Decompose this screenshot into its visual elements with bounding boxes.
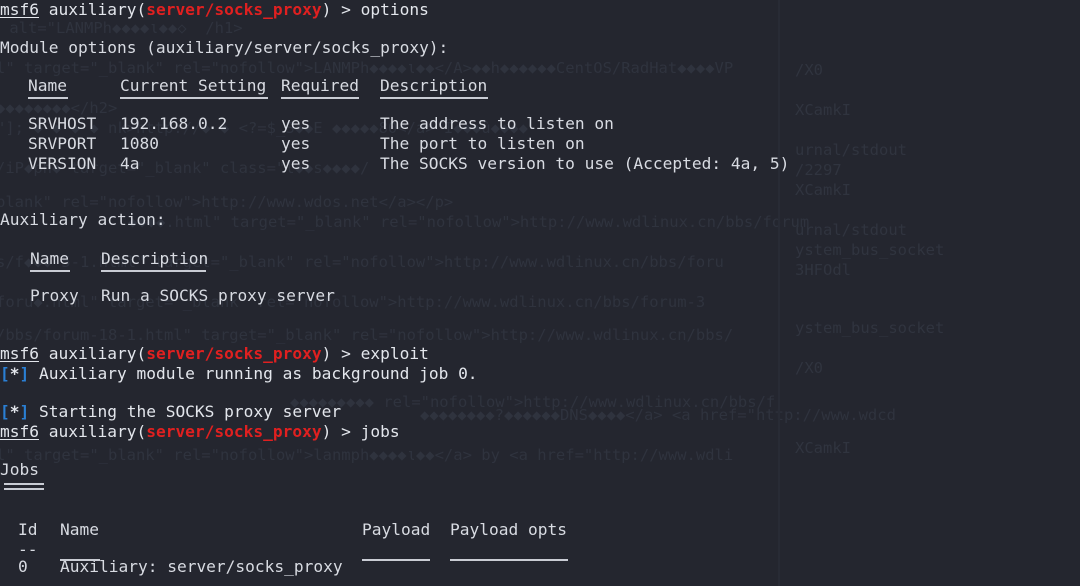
context-suffix: ) <box>321 422 332 441</box>
jobs-col-header-name: Name <box>60 520 99 539</box>
option-row-description: The address to listen on <box>380 114 614 133</box>
active-module-name: server/socks_proxy <box>146 344 322 363</box>
jobs-col-rule-payload-opts <box>450 559 568 561</box>
aux-row-name: Proxy <box>30 286 79 305</box>
option-row-description: The SOCKS version to use (Accepted: 4a, … <box>380 154 790 173</box>
info-marker-open: [ <box>0 402 10 421</box>
info-marker-star: * <box>9 364 20 383</box>
option-row-name: SRVHOST <box>28 114 97 133</box>
shell-name: msf6 <box>0 422 39 441</box>
context-suffix: ) <box>321 0 332 19</box>
option-row-name: VERSION <box>28 154 97 173</box>
option-row-value: 4a <box>120 154 140 173</box>
command-jobs: jobs <box>360 422 400 441</box>
shell-name: msf6 <box>0 344 39 363</box>
jobs-section-title: Jobs <box>0 460 39 479</box>
option-row-value: 192.168.0.2 <box>120 114 228 133</box>
jobs-row-name: Auxiliary: server/socks_proxy <box>60 557 343 576</box>
context-prefix: auxiliary( <box>48 344 147 363</box>
jobs-title-rule-bottom <box>4 488 44 490</box>
info-marker-close: ] <box>19 402 30 421</box>
info-message-starting-proxy: [*] Starting the SOCKS proxy server <box>0 402 341 422</box>
prompt-arrow: > <box>341 0 351 19</box>
jobs-col-header-payload: Payload <box>362 520 431 539</box>
option-row-required: yes <box>281 134 311 153</box>
col-header-name: Name <box>28 76 67 95</box>
shell-name: msf6 <box>0 0 39 19</box>
aux-col-rule-name <box>30 270 70 272</box>
context-prefix: auxiliary( <box>48 0 147 19</box>
aux-col-header-description: Description <box>101 249 209 268</box>
option-row-name: SRVPORT <box>28 134 97 153</box>
auxiliary-action-heading: Auxiliary action: <box>0 210 166 229</box>
jobs-col-header-id: Id <box>18 520 38 539</box>
col-header-current-setting: Current Setting <box>120 76 267 95</box>
terminal-screen[interactable]: alt="LANMPh◆◆◆◆ι◆◆◇ /h1> l" target="_bla… <box>0 0 1080 586</box>
option-row-required: yes <box>281 114 311 133</box>
active-module-name: server/socks_proxy <box>146 422 322 441</box>
prompt-line-options[interactable]: msf6 auxiliary(server/socks_proxy) > opt… <box>0 0 429 20</box>
info-marker-open: [ <box>0 364 10 383</box>
option-row-required: yes <box>281 154 311 173</box>
col-header-required: Required <box>281 76 359 95</box>
module-options-heading: Module options (auxiliary/server/socks_p… <box>0 38 449 57</box>
active-module-name: server/socks_proxy <box>146 0 322 19</box>
terminal-output[interactable]: msf6 auxiliary(server/socks_proxy) > opt… <box>0 0 1080 586</box>
jobs-row-id: 0 <box>18 557 28 576</box>
info-message-background-job: [*] Auxiliary module running as backgrou… <box>0 364 478 384</box>
context-suffix: ) <box>321 344 332 363</box>
option-row-description: The port to listen on <box>380 134 585 153</box>
prompt-line-exploit[interactable]: msf6 auxiliary(server/socks_proxy) > exp… <box>0 344 429 364</box>
jobs-col-rule-payload <box>362 559 430 561</box>
prompt-line-jobs[interactable]: msf6 auxiliary(server/socks_proxy) > job… <box>0 422 400 442</box>
aux-col-header-name: Name <box>30 249 69 268</box>
jobs-title-rule-top <box>4 483 44 485</box>
col-rule-description <box>380 97 488 99</box>
command-options: options <box>360 0 429 19</box>
jobs-col-rule-name <box>60 559 100 561</box>
prompt-arrow: > <box>341 422 351 441</box>
aux-col-rule-description <box>101 270 206 272</box>
info-message-text: Auxiliary module running as background j… <box>39 364 478 383</box>
command-exploit: exploit <box>360 344 429 363</box>
col-rule-required <box>281 97 359 99</box>
col-rule-name <box>28 97 68 99</box>
col-rule-current-setting <box>120 97 268 99</box>
col-header-description: Description <box>380 76 488 95</box>
option-row-value: 1080 <box>120 134 159 153</box>
jobs-col-header-payload-opts: Payload opts <box>450 520 567 539</box>
aux-row-description: Run a SOCKS proxy server <box>101 286 335 305</box>
info-marker-close: ] <box>19 364 30 383</box>
prompt-arrow: > <box>341 344 351 363</box>
context-prefix: auxiliary( <box>48 422 147 441</box>
info-marker-star: * <box>9 402 20 421</box>
info-message-text: Starting the SOCKS proxy server <box>39 402 342 421</box>
